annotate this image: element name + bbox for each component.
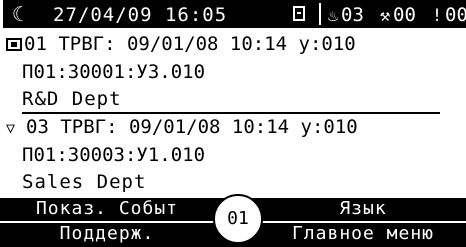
fire-icon: ♨ bbox=[327, 6, 339, 26]
document-icon bbox=[293, 6, 305, 21]
fault-count: 00 bbox=[393, 4, 416, 26]
alarm-count: 00 bbox=[445, 4, 466, 26]
show-events-button[interactable]: Показ. Событ bbox=[12, 198, 202, 220]
event-2-line1: 03 ТРВГ: 09/01/08 10:14 у:010 bbox=[26, 116, 358, 138]
exclamation-icon: ! bbox=[431, 6, 443, 26]
event-1-header[interactable]: 01 ТРВГ: 09/01/08 10:14 у:010 bbox=[6, 32, 356, 56]
separator bbox=[319, 3, 321, 25]
event-2-zone: Sales Dept bbox=[22, 171, 147, 193]
support-button[interactable]: Поддерж. bbox=[12, 223, 202, 245]
event-triangle-icon: ▽ bbox=[6, 119, 16, 137]
event-1-line1: 01 ТРВГ: 09/01/08 10:14 у:010 bbox=[24, 33, 356, 55]
fire-count: 03 bbox=[341, 4, 364, 26]
main-menu-button[interactable]: Главное меню bbox=[268, 223, 458, 245]
fire-counter: ♨ 03 bbox=[325, 3, 364, 28]
alarm-counter: ! 00 bbox=[429, 3, 466, 28]
datetime: 27/04/09 16:05 bbox=[53, 4, 228, 26]
event-2-header[interactable]: ▽ 03 ТРВГ: 09/01/08 10:14 у:010 bbox=[6, 115, 358, 140]
fault-counter: ⚒ 00 bbox=[377, 3, 416, 28]
event-1-address: П01:30001:У3.010 bbox=[22, 61, 206, 83]
page-number-badge: 01 bbox=[213, 194, 263, 244]
event-divider bbox=[22, 112, 440, 114]
wrench-icon: ⚒ bbox=[379, 6, 391, 26]
event-square-icon bbox=[6, 38, 22, 51]
event-1-zone: R&D Dept bbox=[22, 88, 122, 110]
event-2-address: П01:30003:У1.010 bbox=[22, 144, 206, 166]
moon-icon: ☾ bbox=[12, 2, 25, 26]
language-button[interactable]: Язык bbox=[268, 198, 458, 220]
status-bar: ☾ 27/04/09 16:05 ♨ 03 ⚒ 00 ! 00 bbox=[3, 0, 466, 28]
